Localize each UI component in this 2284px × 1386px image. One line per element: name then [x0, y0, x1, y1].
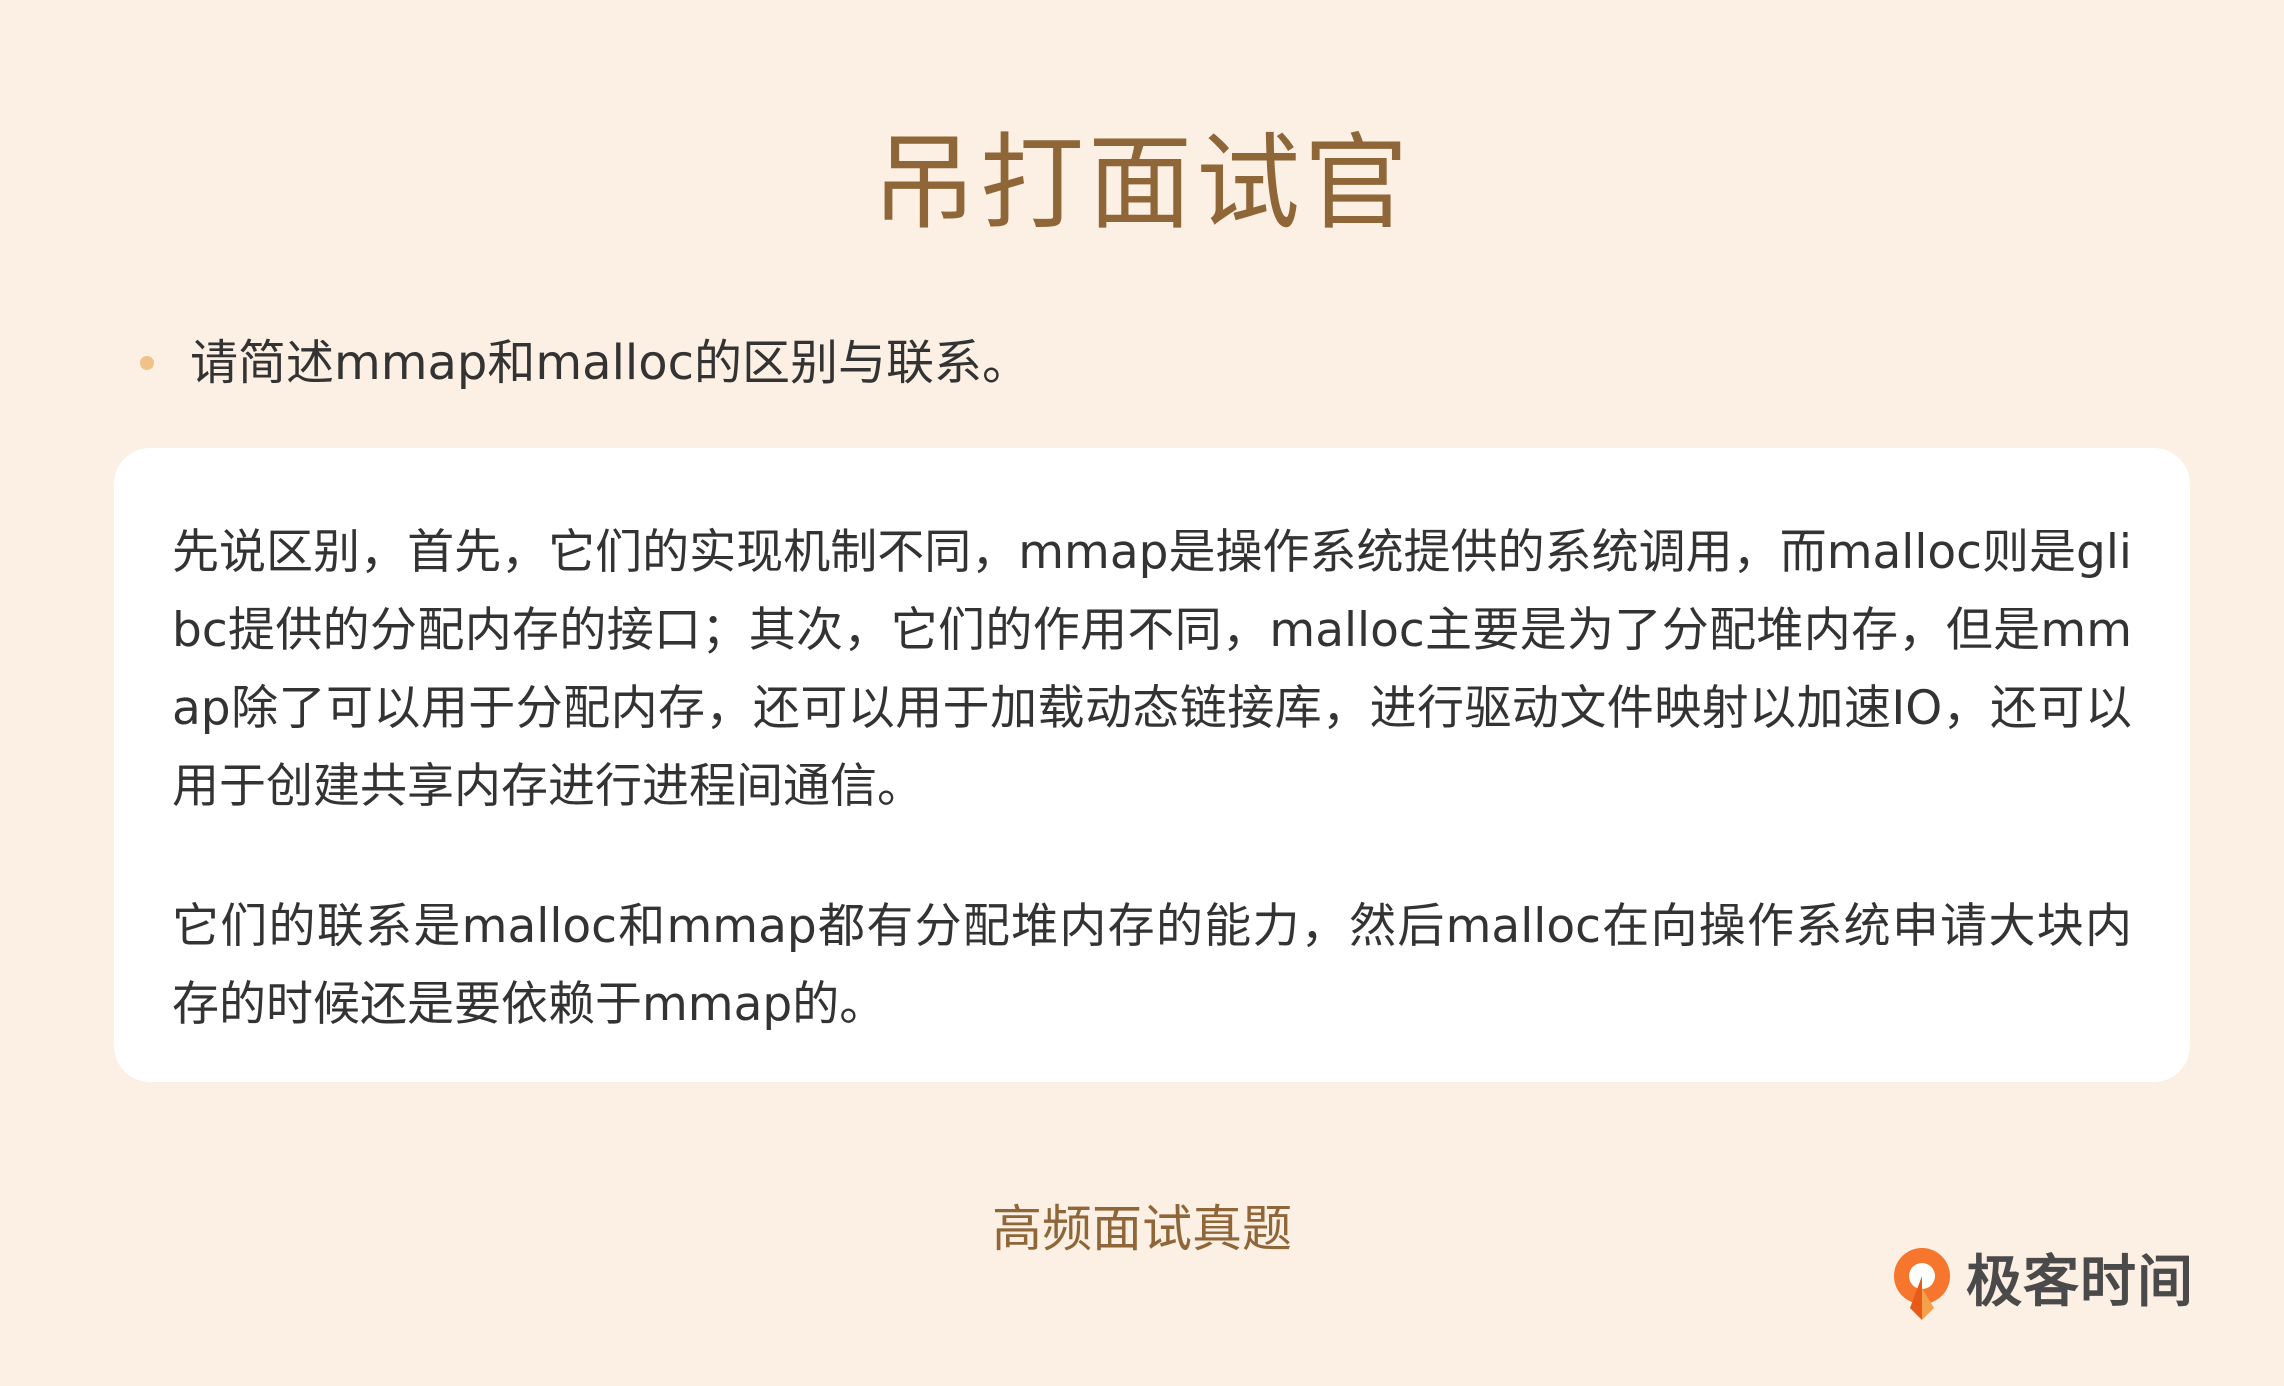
question-text: 请简述mmap和malloc的区别与联系。: [190, 335, 1031, 391]
answer-paragraph-relation: 它们的联系是malloc和mmap都有分配堆内存的能力，然后malloc在向操作…: [172, 899, 2132, 1032]
brand-logo: 极客时间: [1888, 1244, 2194, 1322]
bullet-dot-icon: [140, 356, 154, 370]
geektime-logo-icon: [1894, 1248, 1950, 1320]
page-title: 吊打面试官: [871, 122, 1412, 244]
question-item: 请简述mmap和malloc的区别与联系。: [140, 330, 1030, 396]
answer-card: 先说区别，首先，它们的实现机制不同，mmap是操作系统提供的系统调用，而mall…: [114, 448, 2190, 1082]
brand-name: 极客时间: [1966, 1250, 2194, 1315]
answer-paragraph-difference: 先说区别，首先，它们的实现机制不同，mmap是操作系统提供的系统调用，而mall…: [172, 525, 2132, 814]
